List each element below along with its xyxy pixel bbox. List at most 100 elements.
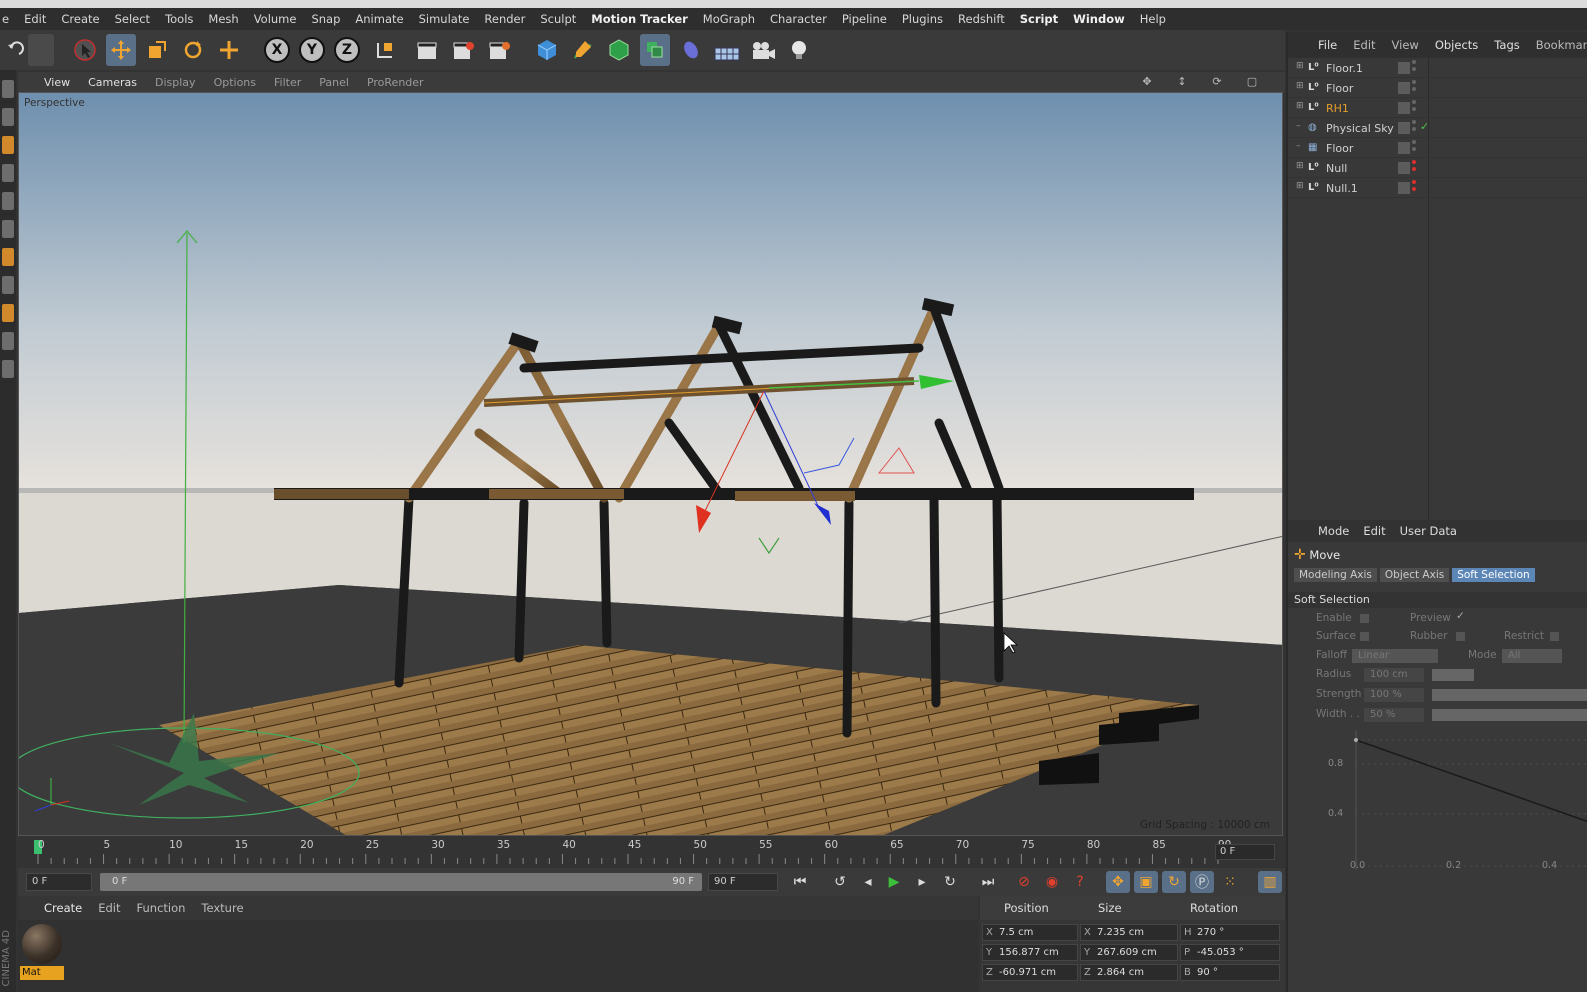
timeline-ruler[interactable]: 051015202530354045505560657075808590 0 F bbox=[18, 836, 1285, 868]
current-frame-field[interactable]: 0 F bbox=[1215, 844, 1275, 860]
keyframe-selection-button[interactable]: ? bbox=[1068, 871, 1092, 893]
next-frame-button[interactable]: ▸ bbox=[910, 871, 934, 893]
go-to-start-button[interactable]: ⏮ bbox=[788, 871, 812, 893]
menu-item[interactable]: Tools bbox=[165, 12, 193, 26]
preview-checkbox[interactable]: ✓ bbox=[1456, 610, 1465, 622]
object-row[interactable]: ⊞ L⁰ Floor bbox=[1288, 78, 1587, 98]
viewport-menu-options[interactable]: Options bbox=[214, 76, 256, 89]
object-menu-edit[interactable]: Edit bbox=[1353, 38, 1375, 52]
visibility-dots[interactable] bbox=[1412, 180, 1416, 196]
max-frame-field[interactable]: 90 F bbox=[708, 873, 778, 891]
visibility-dots[interactable] bbox=[1412, 160, 1416, 176]
position-x-field[interactable]: X 7.5 cm bbox=[982, 924, 1078, 941]
object-row[interactable]: ⊞ L⁰ Null.1 bbox=[1288, 178, 1587, 198]
array-generator-button[interactable] bbox=[640, 34, 670, 66]
layer-toggle[interactable] bbox=[1398, 102, 1410, 114]
expand-toggle-icon[interactable]: ⊞ bbox=[1296, 81, 1304, 91]
size-x-field[interactable]: X 7.235 cm bbox=[1080, 924, 1178, 941]
viewport-menu-panel[interactable]: Panel bbox=[319, 76, 349, 89]
menu-item[interactable]: Select bbox=[115, 12, 150, 26]
enabled-check-icon[interactable]: ✓ bbox=[1420, 120, 1429, 133]
scale-tool-button[interactable] bbox=[142, 34, 172, 66]
menu-item[interactable]: MoGraph bbox=[703, 12, 755, 26]
mode-dropdown[interactable]: All bbox=[1502, 649, 1562, 663]
size-y-field[interactable]: Y 267.609 cm bbox=[1080, 944, 1178, 961]
menu-item[interactable]: Plugins bbox=[902, 12, 943, 26]
size-z-field[interactable]: Z 2.864 cm bbox=[1080, 964, 1178, 981]
locked-workplane-button[interactable] bbox=[2, 360, 14, 378]
scheme-button[interactable]: ▥ bbox=[1258, 871, 1282, 893]
render-to-picture-viewer-button[interactable] bbox=[448, 34, 478, 66]
snap-button[interactable] bbox=[2, 304, 14, 322]
pen-spline-button[interactable] bbox=[568, 34, 598, 66]
menu-item[interactable]: e bbox=[2, 12, 9, 26]
tab-modeling-axis[interactable]: Modeling Axis bbox=[1294, 568, 1377, 582]
menu-item[interactable]: Character bbox=[770, 12, 827, 26]
menu-item[interactable]: Sculpt bbox=[540, 12, 576, 26]
object-row[interactable]: – ▦ Floor bbox=[1288, 138, 1587, 158]
tab-object-axis[interactable]: Object Axis bbox=[1379, 568, 1450, 582]
menu-item[interactable]: Volume bbox=[254, 12, 297, 26]
material-menu-create[interactable]: Create bbox=[44, 901, 82, 915]
viewport-menu-display[interactable]: Display bbox=[155, 76, 196, 89]
tab-soft-selection[interactable]: Soft Selection bbox=[1452, 568, 1535, 582]
strength-slider[interactable] bbox=[1432, 689, 1587, 701]
tweak-mode-button[interactable] bbox=[2, 276, 14, 294]
expand-toggle-icon[interactable]: ⊞ bbox=[1296, 161, 1304, 171]
radius-slider[interactable] bbox=[1432, 669, 1474, 681]
attribute-menu-user-data[interactable]: User Data bbox=[1400, 524, 1457, 538]
x-axis-lock-button[interactable]: X bbox=[264, 37, 290, 63]
menu-item[interactable]: Create bbox=[61, 12, 99, 26]
polygons-mode-button[interactable] bbox=[2, 192, 14, 210]
object-row[interactable]: – ◍ Physical Sky ✓ bbox=[1288, 118, 1587, 138]
width-field[interactable]: 50 % bbox=[1364, 708, 1424, 722]
material-swatch[interactable]: Mat bbox=[20, 922, 64, 980]
layer-toggle[interactable] bbox=[1398, 122, 1410, 134]
rotation-b-field[interactable]: B 90 ° bbox=[1180, 964, 1280, 981]
cube-primitive-button[interactable] bbox=[532, 34, 562, 66]
key-rotation-button[interactable]: ↻ bbox=[1162, 871, 1186, 893]
object-menu-view[interactable]: View bbox=[1392, 38, 1419, 52]
object-menu-tags[interactable]: Tags bbox=[1494, 38, 1519, 52]
viewport-menu-filter[interactable]: Filter bbox=[274, 76, 301, 89]
expand-toggle-icon[interactable]: ⊞ bbox=[1296, 61, 1304, 71]
light-object-button[interactable] bbox=[784, 34, 814, 66]
viewport-menu-view[interactable]: View bbox=[44, 76, 70, 89]
redo-button[interactable] bbox=[28, 34, 54, 66]
visibility-dots[interactable] bbox=[1412, 120, 1416, 136]
preview-range-slider[interactable]: 0 F 90 F bbox=[100, 873, 702, 891]
rubber-checkbox[interactable] bbox=[1456, 632, 1465, 641]
render-view-button[interactable] bbox=[412, 34, 442, 66]
object-menu-file[interactable]: File bbox=[1318, 38, 1337, 52]
viewport-menu-cameras[interactable]: Cameras bbox=[88, 76, 137, 89]
live-select-button[interactable] bbox=[214, 34, 244, 66]
menu-item[interactable]: Redshift bbox=[958, 12, 1005, 26]
radius-field[interactable]: 100 cm bbox=[1364, 668, 1424, 682]
layer-toggle[interactable] bbox=[1398, 162, 1410, 174]
menu-item[interactable]: Edit bbox=[24, 12, 46, 26]
menu-item[interactable]: Script bbox=[1020, 12, 1058, 26]
key-parameter-button[interactable]: Ⓟ bbox=[1190, 871, 1214, 893]
enable-axis-button[interactable] bbox=[2, 248, 14, 266]
menu-item[interactable]: Simulate bbox=[419, 12, 470, 26]
go-to-end-button[interactable]: ⏭ bbox=[976, 871, 1000, 893]
layer-toggle[interactable] bbox=[1398, 82, 1410, 94]
viewport-menu-prorender[interactable]: ProRender bbox=[367, 76, 424, 89]
restrict-checkbox[interactable] bbox=[1550, 632, 1559, 641]
menu-item[interactable]: Window bbox=[1073, 12, 1125, 26]
menu-item[interactable]: Snap bbox=[311, 12, 340, 26]
expand-toggle-icon[interactable]: – bbox=[1296, 121, 1301, 131]
material-menu-edit[interactable]: Edit bbox=[98, 901, 120, 915]
model-mode-button[interactable] bbox=[2, 220, 14, 238]
3d-viewport[interactable]: Perspective Grid Spacing : 10000 cm bbox=[18, 92, 1283, 836]
deformer-button[interactable] bbox=[676, 34, 706, 66]
object-row[interactable]: ⊞ L⁰ Floor.1 bbox=[1288, 58, 1587, 78]
object-menu-bookmarks[interactable]: Bookmarks bbox=[1536, 38, 1587, 52]
material-menu-texture[interactable]: Texture bbox=[201, 901, 243, 915]
subdivision-surface-button[interactable] bbox=[604, 34, 634, 66]
floor-object-button[interactable] bbox=[712, 34, 742, 66]
menu-item[interactable]: Help bbox=[1140, 12, 1166, 26]
points-mode-button[interactable] bbox=[2, 136, 14, 154]
min-frame-field[interactable]: 0 F bbox=[26, 873, 92, 891]
material-menu-function[interactable]: Function bbox=[137, 901, 186, 915]
